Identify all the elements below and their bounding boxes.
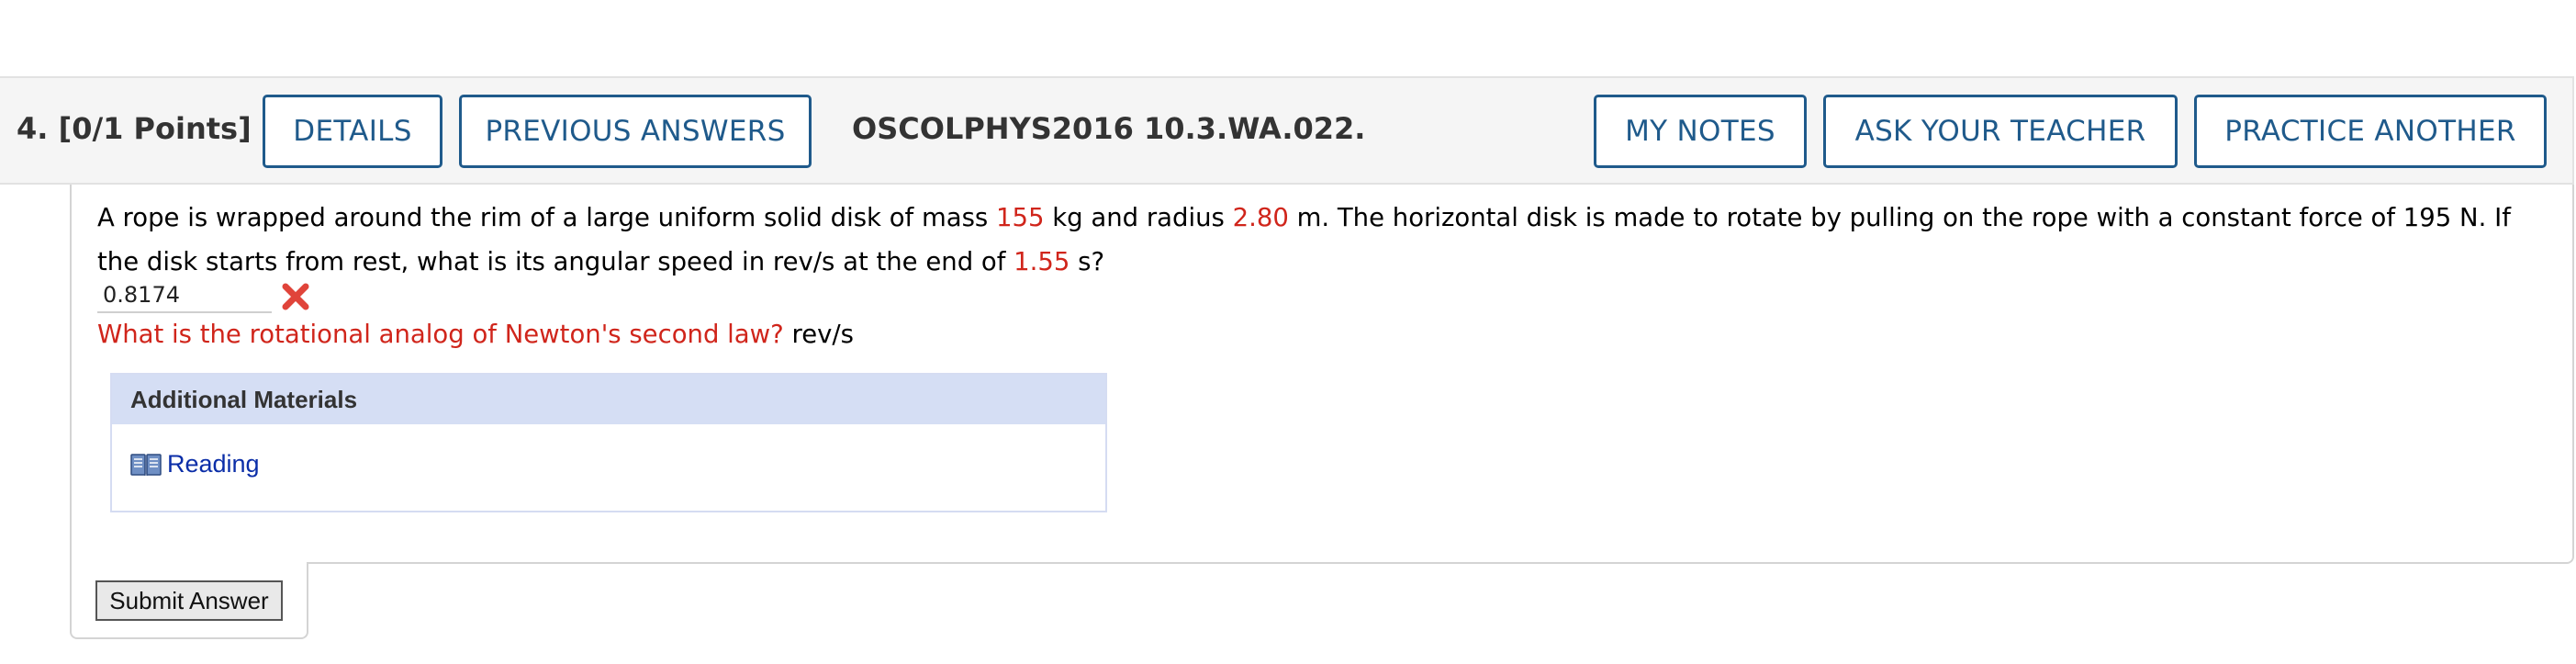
radius-value: 2.80 — [1232, 203, 1289, 232]
incorrect-x-icon — [281, 282, 310, 311]
question-points: 4. [0/1 Points] — [17, 111, 252, 146]
question-text-part-4: s? — [1070, 247, 1105, 276]
time-value: 1.55 — [1014, 247, 1070, 276]
question-text-part-1: A rope is wrapped around the rim of a la… — [97, 203, 997, 232]
points-label: [0/1 Points] — [58, 111, 252, 146]
details-button[interactable]: DETAILS — [263, 95, 442, 168]
reading-link[interactable]: Reading — [130, 450, 260, 478]
answer-unit: rev/s — [791, 320, 855, 349]
previous-answers-button[interactable]: PREVIOUS ANSWERS — [459, 95, 812, 168]
additional-materials-panel: Additional Materials Reading — [110, 373, 1107, 512]
question-text: A rope is wrapped around the rim of a la… — [97, 196, 2548, 284]
mass-value: 155 — [996, 203, 1045, 232]
question-text-part-2: kg and radius — [1044, 203, 1233, 232]
book-icon — [130, 453, 162, 476]
assignment-code: OSCOLPHYS2016 10.3.WA.022. — [852, 111, 1366, 146]
reading-label: Reading — [167, 450, 260, 478]
ask-your-teacher-button[interactable]: ASK YOUR TEACHER — [1823, 95, 2178, 168]
answer-input[interactable] — [97, 278, 272, 313]
additional-materials-title: Additional Materials — [112, 375, 1105, 424]
my-notes-button[interactable]: MY NOTES — [1594, 95, 1807, 168]
practice-another-button[interactable]: PRACTICE ANOTHER — [2194, 95, 2547, 168]
hint-text: What is the rotational analog of Newton'… — [97, 320, 784, 349]
submit-answer-button[interactable]: Submit Answer — [95, 580, 283, 621]
feedback-line: What is the rotational analog of Newton'… — [97, 312, 854, 356]
question-number: 4. — [17, 111, 49, 146]
submit-tab-joint — [72, 560, 307, 566]
question-page: 4. [0/1 Points] DETAILS PREVIOUS ANSWERS… — [0, 0, 2576, 664]
